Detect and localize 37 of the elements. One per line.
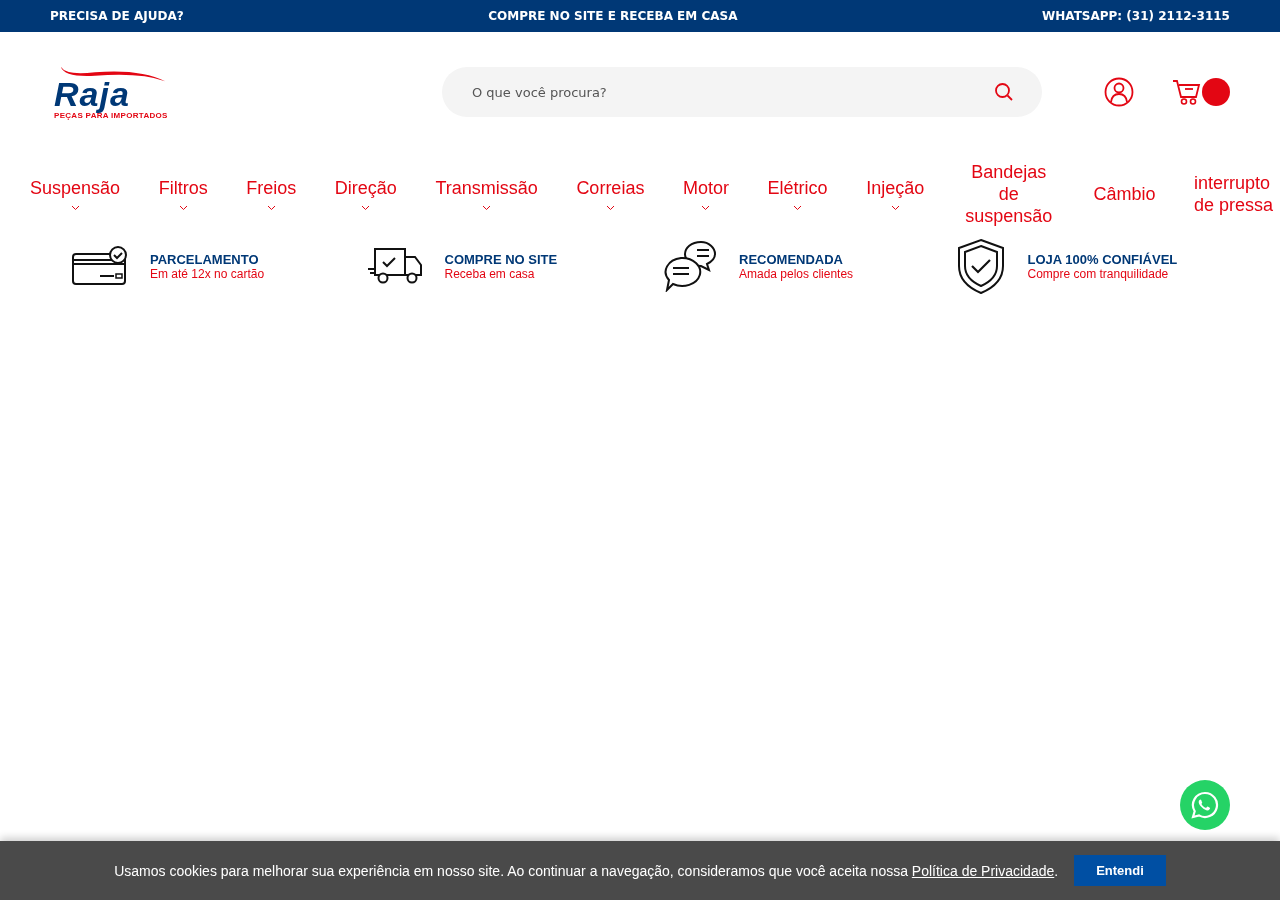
nav-link[interactable]: Freios — [246, 177, 297, 211]
feature-title: PARCELAMENTO — [150, 251, 260, 267]
nav-link[interactable]: Direção — [334, 177, 397, 211]
nav-link[interactable]: Câmbio — [1093, 183, 1156, 205]
accept-button[interactable]: Entendi — [1074, 855, 1166, 886]
nav-link[interactable]: Transmissão — [435, 177, 538, 211]
nav-link[interactable]: Injeção — [866, 177, 925, 211]
cart-badge — [1202, 78, 1230, 106]
help-text: PRECISA DE AJUDA? — [50, 9, 184, 23]
truck-icon — [366, 247, 423, 285]
feature-subtitle: Compre com tranquilidade — [1027, 266, 1170, 281]
chat-icon — [661, 240, 717, 292]
cart-icon[interactable] — [1172, 78, 1202, 106]
feature-subtitle: Amada pelos clientes — [739, 266, 854, 281]
nav-link[interactable]: Correias — [576, 177, 645, 211]
search-icon[interactable] — [994, 82, 1014, 102]
feature-title: LOJA 100% CONFIÁVEL — [1027, 251, 1178, 267]
cookie-notice: Usamos cookies para melhorar sua experiência em nosso site. Ao continuar a navegação, consideramos que você aceita nossa Política de Privacidade. — [114, 862, 1059, 879]
nav-link[interactable]: Bandejas de suspensão — [962, 161, 1055, 227]
promo-text: COMPRE NO SITE E RECEBA EM CASA — [488, 9, 738, 23]
feature-subtitle: Receba em casa — [444, 266, 536, 281]
nav-link[interactable]: Elétrico — [767, 177, 828, 211]
shield-check-icon — [955, 238, 1006, 294]
whatsapp-text: WHATSAPP: (31) 2112-3115 — [1042, 9, 1230, 23]
nav-link[interactable]: Motor — [683, 177, 729, 211]
nav-link[interactable]: Suspensão — [30, 177, 121, 211]
feature-subtitle: Em até 12x no cartão — [150, 266, 265, 281]
nav-link[interactable]: Filtros — [158, 177, 208, 211]
feature-title: COMPRE NO SITE — [444, 251, 558, 267]
feature-title: RECOMENDADA — [739, 251, 844, 267]
user-icon[interactable] — [1104, 77, 1134, 107]
whatsapp-icon — [1190, 790, 1220, 820]
privacy-link[interactable]: Política de Privacidade — [911, 862, 1055, 879]
logo[interactable]: Raja PEÇAS PARA IMPORTADOS — [54, 64, 174, 120]
search-field[interactable]: O que você procura? — [442, 67, 1042, 117]
credit-card-icon — [72, 246, 128, 286]
nav-link[interactable]: interrupto de pressa — [1194, 172, 1276, 216]
